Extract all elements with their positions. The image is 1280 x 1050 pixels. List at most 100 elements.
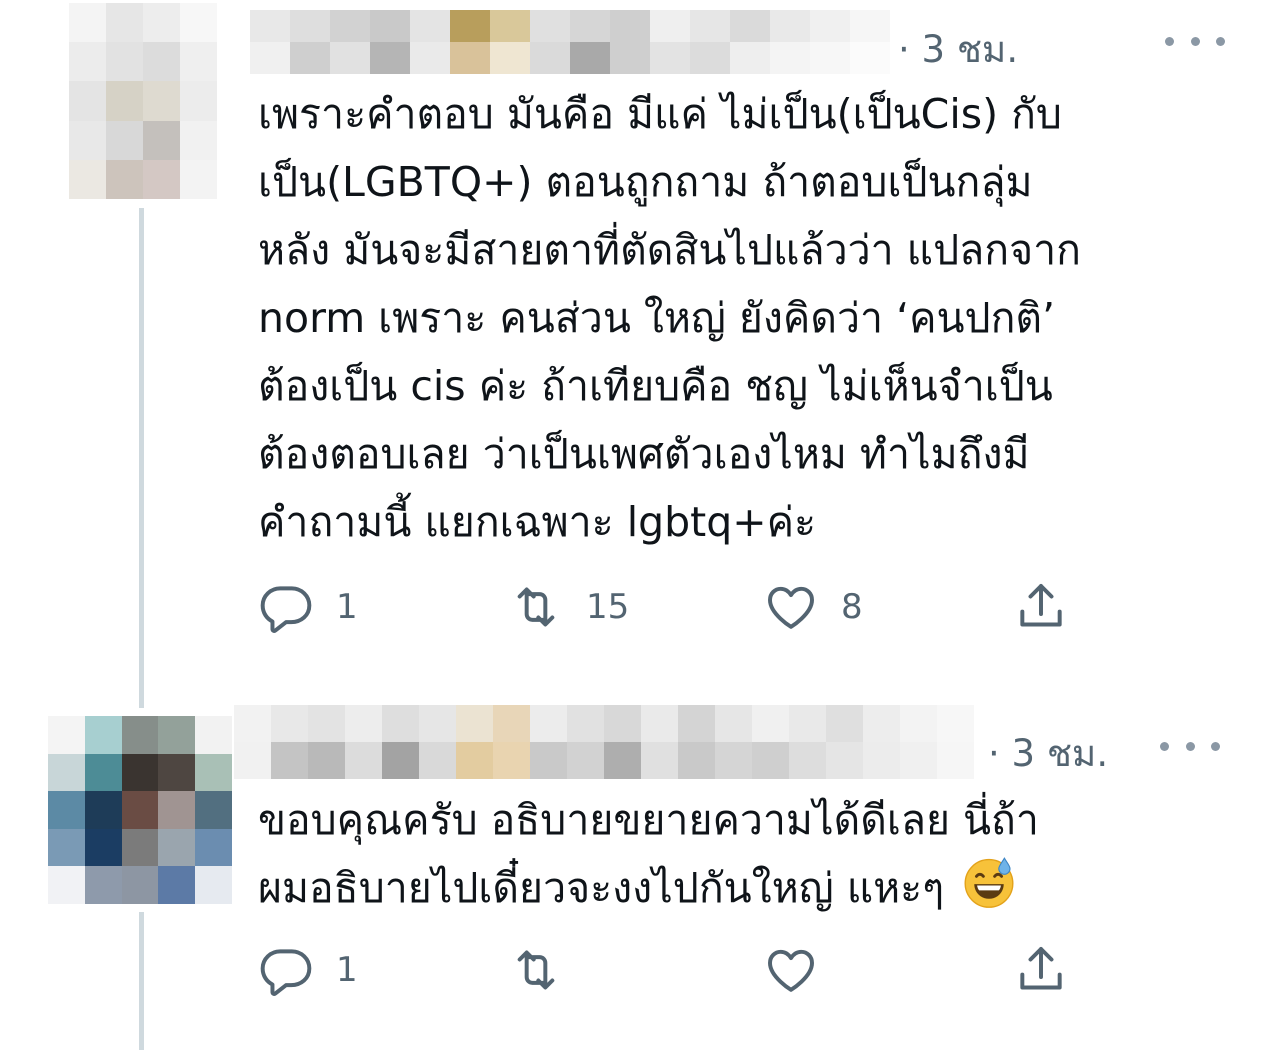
mosaic-cell bbox=[69, 81, 106, 121]
mosaic-cell bbox=[180, 159, 217, 199]
retweet-icon bbox=[517, 950, 555, 990]
mosaic-cell bbox=[143, 120, 180, 160]
mosaic-cell bbox=[690, 10, 730, 42]
like-icon bbox=[768, 949, 814, 992]
timestamp[interactable]: · 3 ชม. bbox=[988, 724, 1108, 783]
more-icon[interactable] bbox=[1160, 740, 1220, 752]
mosaic-cell bbox=[863, 705, 900, 742]
mosaic-cell bbox=[290, 10, 330, 42]
mosaic-cell bbox=[330, 10, 370, 42]
mosaic-cell bbox=[180, 120, 217, 160]
share-button[interactable] bbox=[1013, 940, 1069, 1000]
mosaic-cell bbox=[84, 716, 122, 754]
like-button[interactable] bbox=[763, 940, 841, 1000]
timestamp[interactable]: · 3 ชม. bbox=[898, 20, 1018, 79]
thread-line bbox=[139, 208, 144, 708]
mosaic-cell bbox=[84, 866, 122, 904]
mosaic-cell bbox=[752, 705, 789, 742]
reply-button[interactable]: 1 bbox=[258, 577, 358, 637]
mosaic-cell bbox=[610, 10, 650, 42]
mosaic-cell bbox=[810, 10, 850, 42]
mosaic-cell bbox=[850, 42, 890, 74]
mosaic-cell bbox=[530, 42, 570, 74]
mosaic-cell bbox=[937, 742, 974, 779]
mosaic-cell bbox=[345, 705, 382, 742]
mosaic-cell bbox=[490, 10, 530, 42]
mosaic-cell bbox=[143, 3, 180, 43]
reply-icon bbox=[260, 949, 312, 996]
mosaic-cell bbox=[121, 866, 159, 904]
mosaic-cell bbox=[158, 753, 196, 792]
mosaic-cell bbox=[106, 42, 143, 82]
more-icon[interactable] bbox=[1165, 35, 1225, 47]
reply-count: 1 bbox=[336, 950, 358, 990]
mosaic-cell bbox=[678, 705, 715, 742]
mosaic-cell bbox=[641, 705, 678, 742]
mosaic-cell bbox=[121, 753, 159, 792]
mosaic-cell bbox=[715, 705, 752, 742]
reply-button[interactable]: 1 bbox=[258, 940, 358, 1000]
blurred-username[interactable] bbox=[234, 705, 974, 779]
mosaic-cell bbox=[69, 159, 106, 199]
avatar[interactable] bbox=[48, 716, 232, 904]
mosaic-cell bbox=[158, 716, 196, 754]
mosaic-cell bbox=[48, 828, 85, 867]
mosaic-cell bbox=[84, 791, 122, 829]
mosaic-cell bbox=[770, 42, 810, 74]
mosaic-cell bbox=[84, 753, 122, 792]
tweet-actions: 1 15 8 bbox=[258, 577, 1118, 637]
mosaic-cell bbox=[810, 42, 850, 74]
mosaic-cell bbox=[195, 753, 232, 792]
mosaic-cell bbox=[158, 828, 196, 867]
mosaic-cell bbox=[143, 42, 180, 82]
retweet-icon bbox=[517, 587, 555, 627]
mosaic-cell bbox=[370, 10, 410, 42]
mosaic-cell bbox=[180, 42, 217, 82]
tweet-text-content: ขอบคุณครับ อธิบายขยายความได้ดีเลย นี่ถ้า… bbox=[258, 796, 1039, 912]
mosaic-cell bbox=[530, 10, 570, 42]
mosaic-cell bbox=[143, 159, 180, 199]
mosaic-cell bbox=[789, 705, 826, 742]
mosaic-cell bbox=[250, 42, 290, 74]
mosaic-cell bbox=[650, 10, 690, 42]
mosaic-cell bbox=[271, 705, 308, 742]
mosaic-cell bbox=[180, 81, 217, 121]
mosaic-cell bbox=[610, 42, 650, 74]
mosaic-cell bbox=[650, 42, 690, 74]
like-button[interactable]: 8 bbox=[763, 577, 863, 637]
mosaic-cell bbox=[690, 42, 730, 74]
tweet-text: ขอบคุณครับ อธิบายขยายความได้ดีเลย นี่ถ้า… bbox=[258, 786, 1258, 922]
tweet-reply-1[interactable]: · 3 ชม. เพราะคำตอบ มันคือ มีแค่ ไม่เป็น(… bbox=[0, 0, 1280, 708]
grinning-sweat-emoji-icon bbox=[964, 857, 1014, 908]
mosaic-cell bbox=[195, 828, 232, 867]
mosaic-cell bbox=[410, 42, 450, 74]
blurred-username[interactable] bbox=[250, 10, 890, 74]
reply-icon bbox=[260, 586, 312, 633]
share-icon bbox=[1020, 584, 1062, 627]
mosaic-cell bbox=[158, 866, 196, 904]
tweet-reply-2[interactable]: · 3 ชม. ขอบคุณครับ อธิบายขยายความได้ดีเล… bbox=[0, 700, 1280, 1050]
mosaic-cell bbox=[850, 10, 890, 42]
mosaic-cell bbox=[158, 791, 196, 829]
mosaic-cell bbox=[48, 753, 85, 792]
mosaic-cell bbox=[69, 42, 106, 82]
mosaic-cell bbox=[250, 10, 290, 42]
like-icon bbox=[768, 586, 814, 629]
retweet-button[interactable]: 15 bbox=[508, 577, 629, 637]
mosaic-cell bbox=[641, 742, 678, 779]
share-button[interactable] bbox=[1013, 577, 1069, 637]
mosaic-cell bbox=[106, 3, 143, 43]
mosaic-cell bbox=[106, 159, 143, 199]
mosaic-cell bbox=[456, 705, 493, 742]
avatar[interactable] bbox=[69, 3, 217, 199]
mosaic-cell bbox=[900, 705, 937, 742]
mosaic-cell bbox=[604, 705, 641, 742]
mosaic-cell bbox=[530, 742, 567, 779]
retweet-button[interactable] bbox=[508, 940, 586, 1000]
mosaic-cell bbox=[937, 705, 974, 742]
share-icon bbox=[1020, 947, 1062, 990]
mosaic-cell bbox=[567, 705, 604, 742]
mosaic-cell bbox=[48, 716, 85, 754]
mosaic-cell bbox=[195, 716, 232, 754]
mosaic-cell bbox=[410, 10, 450, 42]
